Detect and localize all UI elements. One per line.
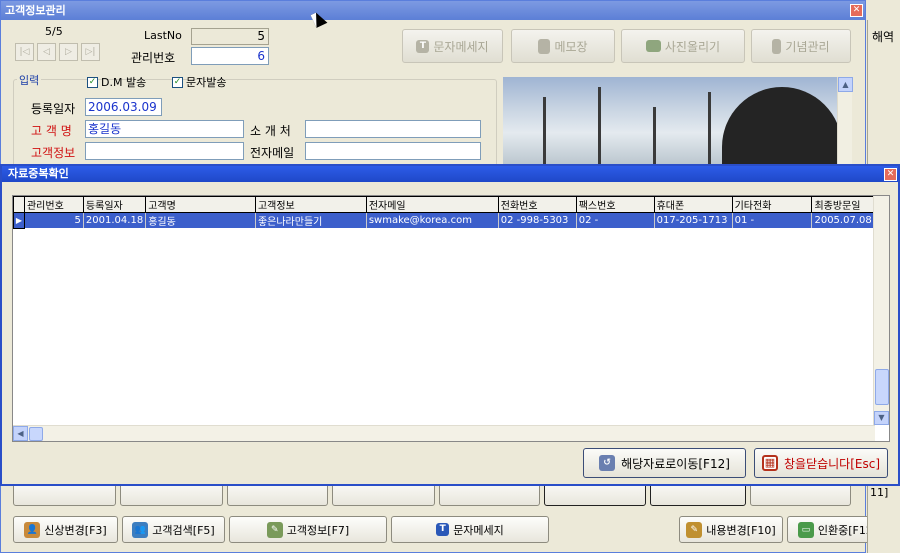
sms-checkbox[interactable]: ✓ 문자발송	[172, 74, 226, 90]
lastno-label: LastNo	[144, 29, 182, 42]
picture-icon	[645, 40, 661, 52]
profile-change-button[interactable]: 👤 신상변경[F3]	[13, 516, 118, 543]
col-header[interactable]: 고객명	[145, 196, 256, 213]
dialog-title: 자료중복확인	[2, 166, 898, 182]
reg-date-field[interactable]: 2006.03.09	[85, 98, 162, 116]
cell-reg-date[interactable]: 2001.04.18	[83, 212, 147, 228]
vertical-scroll-thumb[interactable]	[875, 369, 889, 405]
duplicate-check-dialog: 자료중복확인 ✕ 관리번호 등록일자 고객명 고객정보 전자메일 전화번호 팩스…	[0, 164, 900, 486]
customer-info-button[interactable]: ✎ 고객정보[F7]	[229, 516, 387, 543]
customer-name-label: 고 객 명	[31, 124, 72, 138]
scroll-down-icon[interactable]: ▼	[874, 411, 889, 425]
content-change-button[interactable]: ✎ 내용변경[F10]	[679, 516, 783, 543]
close-icon[interactable]: ✕	[850, 4, 863, 17]
table-row[interactable]: ▶ 5 2001.04.18 홍길동 좋은나라만들기 swmake@korea.…	[13, 212, 890, 229]
dm-checkbox[interactable]: ✓ D.M 발송	[87, 74, 146, 90]
cell-phone[interactable]: 02 -998-5303	[498, 212, 577, 228]
goto-record-button[interactable]: ↺ 해당자료로이동[F12]	[583, 448, 746, 478]
grid-header: 관리번호 등록일자 고객명 고객정보 전자메일 전화번호 팩스번호 휴대폰 기타…	[13, 196, 890, 213]
last-record-icon[interactable]: ▷|	[81, 43, 100, 61]
customer-photo	[503, 77, 852, 167]
grid-horizontal-scrollbar[interactable]: ◀	[13, 425, 875, 441]
cell-last-visit[interactable]: 2005.07.08	[811, 212, 875, 228]
row-indicator-icon: ▶	[13, 212, 25, 229]
sms-top-button[interactable]: T 문자메세지	[402, 29, 503, 63]
user-edit-icon: 👤	[24, 521, 41, 538]
email-field[interactable]	[305, 142, 481, 160]
mgmt-no-label: 관리번호	[131, 51, 176, 65]
cell-mobile[interactable]: 017-205-1713	[654, 212, 733, 228]
photo-upload-button[interactable]: 사진올리기	[621, 29, 745, 63]
first-record-icon[interactable]: |◁	[15, 43, 34, 61]
window-title: 고객정보관리	[1, 1, 865, 20]
cell-name[interactable]: 홍길동	[145, 212, 256, 228]
col-header[interactable]: 전화번호	[497, 196, 577, 213]
prev-record-icon[interactable]: ◁	[37, 43, 56, 61]
record-navigation: |◁ ◁ ▷ ▷|	[15, 43, 100, 61]
customer-info-label: 고객정보	[31, 146, 76, 160]
record-counter: 5/5	[45, 25, 63, 38]
cell-other-phone[interactable]: 01 -	[732, 212, 813, 228]
sms-icon: T	[436, 523, 450, 536]
goto-record-icon: ↺	[599, 455, 616, 471]
grid-vertical-scrollbar[interactable]: ▼	[873, 196, 889, 425]
col-header[interactable]: 휴대폰	[653, 196, 733, 213]
col-header[interactable]: 전자메일	[365, 196, 499, 213]
anniversary-button[interactable]: 기념관리	[751, 29, 851, 63]
duplicate-table: 관리번호 등록일자 고객명 고객정보 전자메일 전화번호 팩스번호 휴대폰 기타…	[13, 196, 890, 229]
email-label: 전자메일	[250, 146, 295, 160]
next-record-icon[interactable]: ▷	[59, 43, 78, 61]
input-group-label: 입력	[17, 72, 42, 88]
col-header[interactable]: 기타전화	[731, 196, 813, 213]
cell-mgmt-no[interactable]: 5	[24, 212, 84, 228]
col-header[interactable]: 등록일자	[82, 196, 147, 213]
checkmark-icon: ✓	[87, 76, 98, 88]
customer-info-field[interactable]	[85, 142, 244, 160]
horizontal-scroll-thumb[interactable]	[29, 427, 43, 441]
scroll-up-icon[interactable]: ▲	[838, 77, 853, 92]
users-edit-icon: ✎	[686, 521, 703, 538]
reg-date-label: 등록일자	[31, 102, 76, 116]
duplicate-grid: 관리번호 등록일자 고객명 고객정보 전자메일 전화번호 팩스번호 휴대폰 기타…	[12, 195, 890, 442]
customer-search-button[interactable]: 👥 고객검색[F5]	[122, 516, 225, 543]
col-header[interactable]: 최종방문일	[811, 196, 875, 213]
sms-icon: T	[416, 39, 430, 53]
cell-fax[interactable]: 02 -	[576, 212, 655, 228]
memo-button[interactable]: 메모장	[511, 29, 615, 63]
background-window-button-text: 11]	[870, 486, 889, 499]
mgmt-no-field[interactable]: 6	[191, 47, 269, 65]
col-header[interactable]: 팩스번호	[575, 196, 655, 213]
cell-email[interactable]: swmake@korea.com	[366, 212, 499, 228]
photo-scrollbar[interactable]: ▲	[837, 77, 853, 167]
referrer-label: 소 개 처	[250, 124, 291, 138]
checkmark-icon: ✓	[172, 76, 183, 88]
scroll-left-icon[interactable]: ◀	[13, 426, 28, 441]
printer-icon: ▭	[797, 521, 814, 538]
customer-name-field[interactable]: 홍길동	[85, 120, 244, 138]
user-search-icon: 👥	[132, 521, 149, 538]
lastno-value: 5	[191, 28, 269, 45]
close-window-button[interactable]: ▦ 창을닫습니다[Esc]	[754, 448, 888, 478]
document-edit-icon: ✎	[266, 521, 283, 538]
grid-close-icon: ▦	[761, 455, 778, 471]
sms-bottom-button[interactable]: T 문자메세지	[391, 516, 549, 543]
col-header[interactable]: 관리번호	[23, 196, 84, 213]
background-window-text: 해역	[872, 30, 895, 44]
cell-info[interactable]: 좋은나라만들기	[255, 212, 367, 228]
referrer-field[interactable]	[305, 120, 481, 138]
memo-icon	[538, 38, 551, 54]
col-header[interactable]: 고객정보	[254, 196, 367, 213]
anniversary-icon	[772, 38, 782, 54]
dialog-close-icon[interactable]: ✕	[884, 168, 897, 181]
